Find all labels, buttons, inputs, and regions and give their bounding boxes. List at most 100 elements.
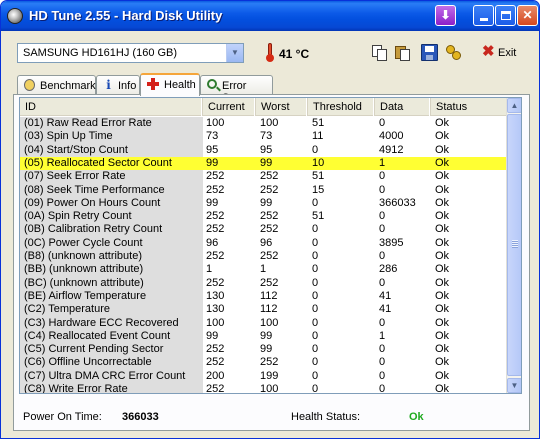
- worst-value: 96: [260, 236, 273, 249]
- worst-value: 252: [260, 170, 279, 183]
- raw-data-value: 0: [379, 276, 386, 289]
- table-row[interactable]: (C6) Offline Uncorrectable 252 252 0 0 Ok: [20, 356, 510, 369]
- current-value: 252: [206, 383, 225, 394]
- raw-data-value: 1: [379, 329, 386, 342]
- threshold-value: 0: [312, 223, 319, 236]
- temperature-readout: 41 °C: [279, 47, 310, 61]
- attribute-id: (C7) Ultra DMA CRC Error Count: [24, 369, 186, 382]
- table-row[interactable]: (C3) Hardware ECC Recovered 100 100 0 0 Ok: [20, 317, 510, 330]
- table-row[interactable]: (C5) Current Pending Sector 252 99 0 0 Ok: [20, 343, 510, 356]
- drive-select[interactable]: SAMSUNG HD161HJ (160 GB) ▼: [17, 43, 244, 63]
- current-value: 252: [206, 183, 225, 196]
- table-row[interactable]: (0A) Spin Retry Count 252 252 51 0 Ok: [20, 210, 510, 223]
- table-row[interactable]: (C4) Reallocated Event Count 99 99 0 1 Ok: [20, 330, 510, 343]
- threshold-value: 0: [312, 276, 319, 289]
- download-arrow-button[interactable]: ⬇: [435, 5, 456, 26]
- raw-data-value: 0: [379, 343, 386, 356]
- tab-benchmark-label: Benchmark: [40, 80, 96, 92]
- drive-select-value: SAMSUNG HD161HJ (160 GB): [23, 47, 178, 59]
- table-row[interactable]: (08) Seek Time Performance 252 252 15 0 Ok: [20, 184, 510, 197]
- exit-button[interactable]: ✖ Exit: [479, 43, 521, 63]
- current-value: 99: [206, 329, 219, 342]
- column-header-current[interactable]: Current: [203, 98, 256, 116]
- table-row[interactable]: (BC) (unknown attribute) 252 252 0 0 Ok: [20, 277, 510, 290]
- status-value: Ok: [435, 250, 450, 262]
- raw-data-value: 1: [379, 156, 386, 169]
- status-value: Ok: [435, 170, 450, 183]
- attribute-id: (BB) (unknown attribute): [24, 263, 144, 276]
- worst-value: 199: [260, 369, 279, 382]
- table-row[interactable]: (01) Raw Read Error Rate 100 100 51 0 Ok: [20, 117, 510, 130]
- current-value: 252: [206, 210, 225, 223]
- scroll-down-icon[interactable]: ▼: [507, 378, 521, 393]
- status-value: Ok: [435, 196, 450, 209]
- tab-error-scan[interactable]: Error Scan: [200, 75, 273, 104]
- table-row[interactable]: (BE) Airflow Temperature 130 112 0 41 Ok: [20, 290, 510, 303]
- raw-data-value: 0: [379, 369, 386, 382]
- raw-data-value: 366033: [379, 196, 416, 209]
- raw-data-value: 0: [379, 316, 386, 329]
- status-value: Ok: [435, 356, 450, 369]
- smart-attribute-table[interactable]: ID Current Worst Threshold Data Status (…: [19, 97, 522, 394]
- table-row[interactable]: (09) Power On Hours Count 99 99 0 366033 Ok: [20, 197, 510, 210]
- table-row[interactable]: (C7) Ultra DMA CRC Error Count 200 199 0 0 Ok: [20, 370, 510, 383]
- current-value: 252: [206, 276, 225, 289]
- status-value: Ok: [435, 223, 450, 236]
- raw-data-value: 4912: [379, 143, 404, 156]
- column-header-worst[interactable]: Worst: [256, 98, 308, 116]
- health-panel: ID Current Worst Threshold Data Status (…: [13, 94, 530, 431]
- maximize-button[interactable]: [495, 5, 516, 26]
- tab-info-label: Info: [118, 80, 137, 92]
- table-row[interactable]: (07) Seek Error Rate 252 252 51 0 Ok: [20, 170, 510, 183]
- raw-data-value: 41: [379, 289, 392, 302]
- table-row[interactable]: (C8) Write Error Rate 252 100 0 0 Ok: [20, 383, 510, 394]
- hd-tune-window: HD Tune 2.55 - Hard Disk Utility ⬇ ✕ SAM…: [0, 0, 540, 439]
- table-row[interactable]: (C2) Temperature 130 112 0 41 Ok: [20, 303, 510, 316]
- tab-health[interactable]: Health: [140, 73, 200, 96]
- attribute-id: (09) Power On Hours Count: [24, 196, 161, 209]
- worst-value: 99: [260, 156, 273, 169]
- copy-screenshot-icon[interactable]: [394, 44, 411, 61]
- worst-value: 112: [260, 289, 278, 302]
- worst-value: 100: [260, 383, 279, 394]
- column-header-data[interactable]: Data: [375, 98, 431, 116]
- close-button[interactable]: ✕: [517, 5, 538, 26]
- status-value: Ok: [435, 143, 450, 156]
- table-row[interactable]: (B8) (unknown attribute) 252 252 0 0 Ok: [20, 250, 510, 263]
- vertical-scrollbar[interactable]: ▲ ▼: [506, 98, 521, 393]
- tab-benchmark[interactable]: Benchmark: [17, 75, 96, 95]
- table-row[interactable]: (04) Start/Stop Count 95 95 0 4912 Ok: [20, 144, 510, 157]
- table-row[interactable]: (0B) Calibration Retry Count 252 252 0 0 Ok: [20, 223, 510, 236]
- raw-data-value: 0: [379, 250, 386, 262]
- scrollbar-thumb[interactable]: [507, 114, 521, 376]
- chevron-down-icon[interactable]: ▼: [226, 44, 243, 62]
- attribute-id: (C2) Temperature: [24, 303, 110, 316]
- column-header-id[interactable]: ID: [20, 98, 203, 116]
- column-header-threshold[interactable]: Threshold: [308, 98, 375, 116]
- threshold-value: 0: [312, 143, 319, 156]
- table-row[interactable]: (05) Reallocated Sector Count 99 99 10 1 Ok: [20, 156, 510, 170]
- raw-data-value: 3895: [379, 236, 404, 249]
- current-value: 252: [206, 356, 225, 369]
- table-row[interactable]: (03) Spin Up Time 73 73 11 4000 Ok: [20, 130, 510, 143]
- current-value: 252: [206, 223, 225, 236]
- threshold-value: 0: [312, 303, 319, 316]
- column-header-status[interactable]: Status: [431, 98, 510, 116]
- scroll-up-icon[interactable]: ▲: [507, 98, 521, 113]
- current-value: 95: [206, 143, 219, 156]
- attribute-id: (C3) Hardware ECC Recovered: [24, 316, 179, 329]
- options-icon[interactable]: [446, 44, 463, 61]
- power-on-time-value: 366033: [122, 411, 159, 423]
- copy-icon[interactable]: [371, 44, 388, 61]
- save-icon[interactable]: [421, 44, 438, 61]
- tab-info[interactable]: i Info: [96, 75, 140, 95]
- worst-value: 252: [260, 210, 279, 223]
- table-row[interactable]: (BB) (unknown attribute) 1 1 0 286 Ok: [20, 263, 510, 276]
- status-value: Ok: [435, 329, 450, 342]
- thermometer-icon: [266, 43, 274, 62]
- minimize-button[interactable]: [473, 5, 494, 26]
- threshold-value: 0: [312, 356, 319, 369]
- title-bar[interactable]: HD Tune 2.55 - Hard Disk Utility ⬇ ✕: [1, 1, 539, 31]
- threshold-value: 0: [312, 196, 319, 209]
- table-row[interactable]: (0C) Power Cycle Count 96 96 0 3895 Ok: [20, 237, 510, 250]
